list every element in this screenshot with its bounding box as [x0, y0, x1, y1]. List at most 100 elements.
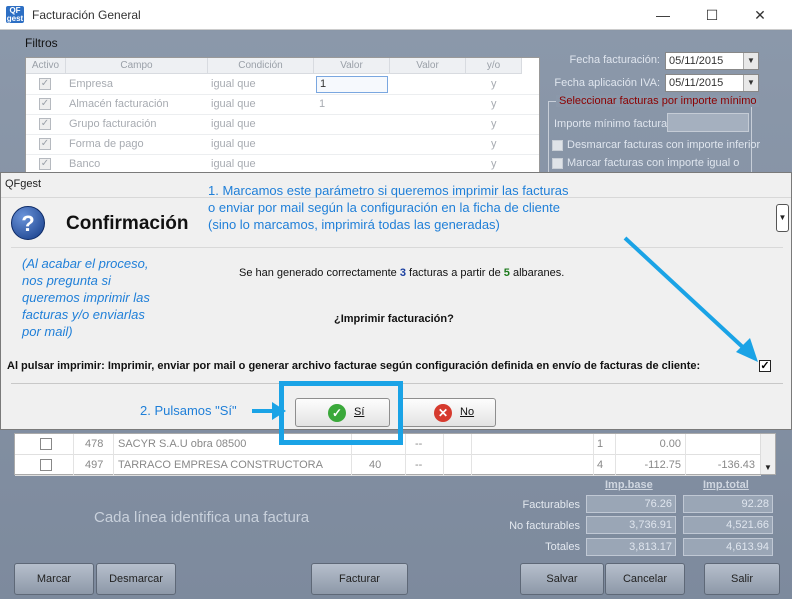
- mark-equal-checkbox[interactable]: [552, 158, 563, 169]
- filter-andor: y: [491, 98, 497, 110]
- filter-row[interactable]: ✓ Grupo facturación igual que y: [26, 115, 539, 135]
- unmark-lower-label: Desmarcar facturas con importe inferior: [567, 139, 761, 151]
- annotation-line: (sino lo marcamos, imprimirá todas las g…: [208, 217, 500, 232]
- filter-row[interactable]: ✓ Forma de pago igual que y: [26, 135, 539, 155]
- filter-value-input[interactable]: 1: [316, 76, 388, 93]
- filter-value[interactable]: 1: [319, 98, 325, 110]
- active-checkbox[interactable]: ✓: [39, 98, 51, 110]
- unmark-button[interactable]: Desmarcar: [96, 563, 176, 595]
- vertical-scrollbar[interactable]: ▼: [760, 434, 775, 474]
- filter-condition: igual que: [211, 98, 256, 110]
- mark-equal-label: Marcar facturas con importe igual o: [567, 157, 740, 169]
- annotation-line: o enviar por mail según la configuración…: [208, 200, 560, 215]
- base-header: Imp.base: [605, 479, 653, 491]
- filters-title: Filtros: [25, 36, 58, 50]
- active-checkbox[interactable]: ✓: [39, 158, 51, 170]
- invoice-button[interactable]: Facturar: [311, 563, 408, 595]
- question-icon: ?: [11, 206, 45, 240]
- totals-label: Totales: [545, 541, 580, 553]
- active-checkbox[interactable]: ✓: [39, 118, 51, 130]
- annotation-line: nos pregunta si: [22, 273, 111, 288]
- column-divider: [685, 455, 686, 476]
- annotation-side-note: (Al acabar el proceso, nos pregunta si q…: [22, 255, 182, 340]
- active-checkbox[interactable]: ✓: [39, 138, 51, 150]
- min-amount-input[interactable]: [667, 113, 749, 132]
- total-header: Imp.total: [703, 479, 749, 491]
- annotation-line: facturas y/o enviarlas: [22, 307, 145, 322]
- col-header-yo: y/o: [466, 58, 522, 74]
- filter-field: Grupo facturación: [69, 118, 157, 130]
- totals-label: Facturables: [522, 499, 580, 511]
- column-divider: [73, 434, 74, 455]
- no-button[interactable]: ✕ No: [401, 398, 496, 427]
- active-checkbox[interactable]: ✓: [39, 78, 51, 90]
- app-logo: QF gest: [6, 6, 24, 23]
- table-row[interactable]: 497 TARRACO EMPRESA CONSTRUCTORA 40 -- 4…: [15, 455, 761, 476]
- chevron-down-icon[interactable]: ▼: [743, 75, 758, 91]
- column-divider: [73, 455, 74, 476]
- save-button[interactable]: Salvar: [520, 563, 604, 595]
- chevron-down-icon[interactable]: ▼: [743, 53, 758, 69]
- maximize-button[interactable]: ☐: [697, 5, 727, 25]
- row-checkbox[interactable]: [40, 438, 52, 450]
- col-header-condicion: Condición: [208, 58, 314, 74]
- invoice-date-label: Fecha facturación:: [569, 54, 661, 66]
- filter-condition: igual que: [211, 118, 256, 130]
- totals-total: 4,613.94: [683, 538, 773, 556]
- column-divider: [113, 434, 114, 455]
- mark-button[interactable]: Marcar: [14, 563, 94, 595]
- invoice-number: 497: [85, 459, 104, 471]
- vat-date-value: 05/11/2015: [669, 77, 724, 89]
- filter-row[interactable]: ✓ Almacén facturación igual que 1 y: [26, 95, 539, 115]
- unmark-lower-checkbox[interactable]: [552, 140, 563, 151]
- col-header-valor-2: Valor: [390, 58, 466, 74]
- row-checkbox[interactable]: [40, 459, 52, 471]
- cell-base: -112.75: [644, 459, 682, 471]
- column-divider: [443, 434, 444, 455]
- totals-label: No facturables: [509, 520, 580, 532]
- message-text: albaranes.: [509, 267, 565, 279]
- totals-total: 4,521.66: [683, 516, 773, 534]
- client-name: TARRACO EMPRESA CONSTRUCTORA: [118, 459, 323, 471]
- filter-field: Forma de pago: [69, 138, 144, 150]
- print-option-label: Al pulsar imprimir: Imprimir, enviar por…: [7, 360, 701, 372]
- minimize-button[interactable]: —: [648, 5, 678, 25]
- dialog-heading: Confirmación: [66, 213, 189, 234]
- column-divider: [471, 455, 472, 476]
- cell-count: 4: [597, 459, 604, 471]
- cell-total: -136.43: [717, 459, 755, 471]
- print-option-checkbox[interactable]: ✓: [759, 360, 771, 372]
- close-button[interactable]: ✕: [745, 5, 775, 25]
- totals-base: 3,736.91: [586, 516, 676, 534]
- result-message: Se han generado correctamente 3 facturas…: [239, 267, 564, 279]
- column-divider: [351, 455, 352, 476]
- filter-condition: igual que: [211, 138, 256, 150]
- dialog-title: QFgest: [5, 178, 42, 190]
- window-title: Facturación General: [32, 8, 141, 22]
- filter-field: Empresa: [69, 78, 114, 90]
- cancel-button[interactable]: Cancelar: [605, 563, 685, 595]
- column-divider: [685, 434, 686, 455]
- title-bar: QF gest Facturación General — ☐ ✕: [0, 0, 792, 30]
- cell-count: 1: [597, 438, 604, 450]
- column-divider: [405, 455, 406, 476]
- totals-base: 76.26: [586, 495, 676, 513]
- column-divider: [113, 455, 114, 476]
- annotation-line: 1. Marcamos este parámetro si queremos i…: [208, 183, 569, 198]
- column-divider: [593, 455, 594, 476]
- invoice-date-picker[interactable]: 05/11/2015 ▼: [665, 52, 759, 70]
- cell-qty: 40: [369, 459, 382, 471]
- annotation-note: Cada línea identifica una factura: [94, 509, 310, 526]
- annotation-step-2: 2. Pulsamos "Sí": [140, 403, 237, 418]
- yes-highlight-box: [279, 381, 403, 445]
- cell-dash: --: [415, 438, 423, 450]
- filter-andor: y: [491, 118, 497, 130]
- exit-button[interactable]: Salir: [704, 563, 780, 595]
- chevron-down-icon[interactable]: ▼: [776, 204, 789, 232]
- chevron-down-icon[interactable]: ▼: [761, 463, 775, 472]
- annotation-step-1: 1. Marcamos este parámetro si queremos i…: [208, 182, 628, 233]
- vat-date-picker[interactable]: 05/11/2015 ▼: [665, 74, 759, 92]
- filter-row[interactable]: ✓ Empresa igual que 1 y: [26, 75, 539, 95]
- message-text: Se han generado correctamente: [239, 267, 400, 279]
- col-header-activo: Activo: [26, 58, 66, 74]
